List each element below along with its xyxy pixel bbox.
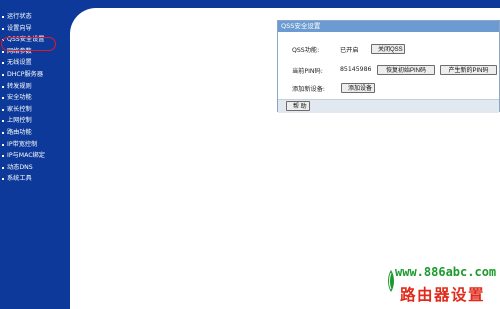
sidebar-item-ddns[interactable]: 动态DNS bbox=[0, 162, 70, 174]
toggle-qss-button[interactable]: 关闭QSS bbox=[371, 44, 405, 54]
sidebar-item-label: 家长控制 bbox=[7, 105, 32, 113]
top-band bbox=[70, 0, 500, 8]
sidebar-item-label: 运行状态 bbox=[7, 13, 32, 20]
panel-title: QSS安全设置 bbox=[278, 21, 499, 32]
restore-initial-pin-button[interactable]: 恢复初始PIN码 bbox=[377, 65, 435, 75]
sidebar-item-ip-mac-binding[interactable]: IP与MAC绑定 bbox=[0, 150, 70, 162]
bullet-icon bbox=[2, 27, 4, 30]
sidebar-item-label: 无线设置 bbox=[7, 59, 32, 67]
generate-new-pin-button[interactable]: 产生新的PIN码 bbox=[440, 65, 497, 75]
router-admin-page: 运行状态 设置向导 QSS安全设置 网络参数 无线设置 DHCP服务器 转发规则… bbox=[0, 0, 500, 309]
bullet-icon bbox=[2, 131, 4, 134]
sidebar-item-setup-wizard[interactable]: 设置向导 bbox=[0, 23, 70, 35]
sidebar-item-running-status[interactable]: 运行状态 bbox=[0, 11, 70, 23]
sidebar-item-label: 安全功能 bbox=[7, 94, 32, 102]
bullet-icon bbox=[2, 178, 4, 181]
watermark-text: 路由器设置 bbox=[400, 286, 486, 304]
bullet-icon bbox=[2, 166, 4, 169]
sidebar-item-routing[interactable]: 路由功能 bbox=[0, 127, 70, 139]
bullet-icon bbox=[2, 50, 4, 53]
add-device-label: 添加新设备: bbox=[292, 86, 326, 93]
sidebar-item-parental-control[interactable]: 家长控制 bbox=[0, 104, 70, 116]
sidebar-item-dhcp[interactable]: DHCP服务器 bbox=[0, 69, 70, 81]
sidebar-item-label: IP带宽控制 bbox=[7, 140, 38, 148]
add-device-button[interactable]: 添加设备 bbox=[341, 83, 375, 93]
bullet-icon bbox=[2, 85, 4, 88]
sidebar-item-label: 系统工具 bbox=[7, 175, 32, 183]
bullet-icon bbox=[2, 120, 4, 123]
qss-function-label: QSS功能: bbox=[292, 47, 320, 54]
sidebar-item-system-tools[interactable]: 系统工具 bbox=[0, 173, 70, 185]
sidebar-item-forwarding[interactable]: 转发规则 bbox=[0, 81, 70, 93]
sidebar-item-label: 上网控制 bbox=[7, 117, 32, 125]
sidebar: 运行状态 设置向导 QSS安全设置 网络参数 无线设置 DHCP服务器 转发规则… bbox=[0, 0, 70, 309]
sidebar-item-label: 设置向导 bbox=[7, 24, 32, 32]
bullet-icon bbox=[2, 143, 4, 146]
qss-settings-panel: QSS安全设置 QSS功能: 已开启 关闭QSS 当前PIN码: 8514598… bbox=[277, 20, 500, 113]
sidebar-item-wireless[interactable]: 无线设置 bbox=[0, 57, 70, 69]
bullet-icon bbox=[2, 16, 4, 18]
content-corner bbox=[70, 8, 122, 60]
help-button[interactable]: 帮 助 bbox=[286, 101, 310, 111]
leaf-logo-icon bbox=[388, 270, 394, 292]
bullet-icon bbox=[2, 108, 4, 111]
sidebar-item-label: IP与MAC绑定 bbox=[7, 152, 45, 160]
watermark-url: www.886abc.com bbox=[395, 265, 497, 279]
sidebar-item-label: 路由功能 bbox=[7, 128, 32, 136]
selection-highlight bbox=[1, 37, 56, 51]
bullet-icon bbox=[2, 73, 4, 76]
sidebar-item-security[interactable]: 安全功能 bbox=[0, 92, 70, 104]
bullet-icon bbox=[2, 97, 4, 100]
pin-value: 85145986 bbox=[340, 66, 372, 73]
panel-footer: 帮 助 bbox=[278, 99, 499, 113]
sidebar-item-bandwidth[interactable]: IP带宽控制 bbox=[0, 139, 70, 151]
pin-label: 当前PIN码: bbox=[292, 68, 323, 75]
sidebar-item-label: DHCP服务器 bbox=[7, 70, 44, 78]
sidebar-item-label: 动态DNS bbox=[7, 163, 33, 171]
sidebar-item-access-control[interactable]: 上网控制 bbox=[0, 115, 70, 127]
qss-status-value: 已开启 bbox=[340, 47, 359, 54]
sidebar-item-label: 转发规则 bbox=[7, 82, 32, 90]
bullet-icon bbox=[2, 155, 4, 158]
bullet-icon bbox=[2, 62, 4, 65]
